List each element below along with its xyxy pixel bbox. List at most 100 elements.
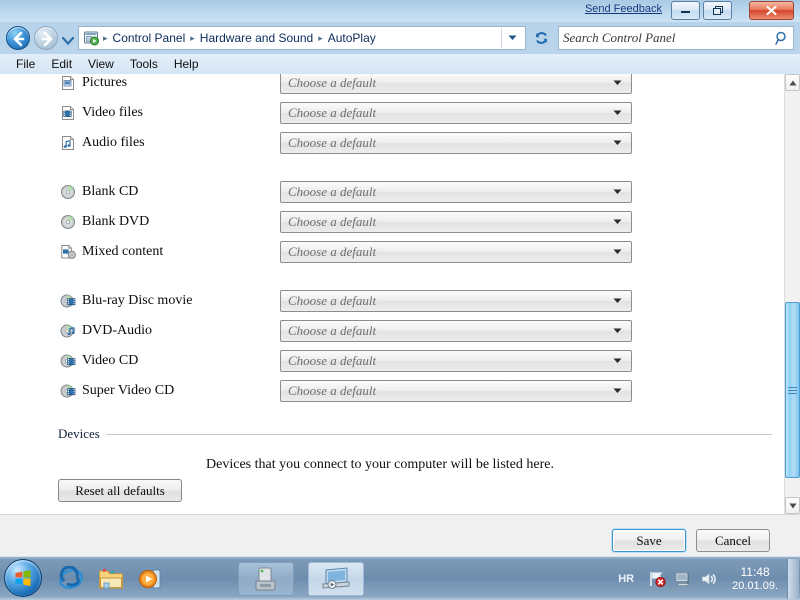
- menu-view[interactable]: View: [80, 55, 122, 73]
- media-row-label: Pictures: [82, 75, 128, 90]
- forward-button[interactable]: [34, 26, 58, 50]
- video-disc-icon: [60, 293, 76, 309]
- vertical-scrollbar[interactable]: [784, 74, 800, 514]
- media-row-combo[interactable]: Choose a default: [280, 350, 632, 372]
- devices-heading: Devices: [58, 426, 100, 441]
- media-row-combo[interactable]: Choose a default: [280, 74, 632, 94]
- menu-file[interactable]: File: [8, 55, 43, 73]
- start-button[interactable]: [4, 559, 42, 597]
- audio-file-icon: [60, 135, 76, 151]
- device-window-button[interactable]: [238, 562, 294, 596]
- arrow-left-icon: [13, 31, 25, 47]
- quick-launch-media-player[interactable]: [136, 564, 166, 594]
- quick-launch-windows-explorer[interactable]: [96, 564, 126, 594]
- close-icon: [766, 5, 777, 16]
- media-row-combo[interactable]: Choose a default: [280, 102, 632, 124]
- media-row-bluray-disc-movie: Blu-ray Disc movie Choose a default: [0, 286, 784, 316]
- autoplay-window-icon: [322, 567, 350, 589]
- maximize-button[interactable]: [703, 1, 732, 20]
- breadcrumb-autoplay[interactable]: AutoPlay: [324, 30, 380, 46]
- media-row-label: Audio files: [82, 135, 145, 150]
- media-row-blank-cd: Blank CD Choose a default: [0, 177, 784, 207]
- scroll-down-button[interactable]: [785, 497, 800, 514]
- close-button[interactable]: [749, 1, 794, 20]
- clock-date: 20.01.09.: [732, 580, 778, 592]
- media-row-combo[interactable]: Choose a default: [280, 181, 632, 203]
- media-row-video-files: Video files Choose a default: [0, 98, 784, 128]
- media-row-label: Mixed content: [82, 244, 164, 259]
- chevron-down-icon: [61, 36, 75, 46]
- quick-launch-internet-explorer[interactable]: [56, 564, 86, 594]
- combo-placeholder-text: Choose a default: [288, 323, 377, 338]
- cancel-button[interactable]: Cancel: [696, 529, 770, 552]
- show-desktop-button[interactable]: [787, 559, 799, 599]
- minimize-icon: [681, 11, 690, 13]
- refresh-button[interactable]: [530, 27, 552, 49]
- arrow-right-icon: [41, 31, 53, 47]
- blank-disc-icon: [60, 184, 76, 200]
- refresh-icon: [535, 31, 547, 44]
- taskbar: HR 11:48 20.01.09.: [0, 556, 800, 600]
- chevron-down-icon: [613, 219, 631, 225]
- volume-icon[interactable]: [699, 569, 719, 589]
- media-row-combo[interactable]: Choose a default: [280, 320, 632, 342]
- chevron-down-icon: [613, 189, 631, 195]
- network-icon[interactable]: [673, 569, 693, 589]
- media-row-label: Video CD: [82, 353, 139, 368]
- chevron-down-icon: [613, 140, 631, 146]
- address-bar[interactable]: ▸ Control Panel ▸ Hardware and Sound ▸ A…: [78, 26, 526, 50]
- windows-logo-icon: [15, 570, 31, 586]
- video-disc-icon: [60, 353, 76, 369]
- media-row-label: Super Video CD: [82, 383, 175, 398]
- send-feedback-link[interactable]: Send Feedback: [585, 3, 662, 15]
- scrollbar-thumb[interactable]: [785, 302, 800, 478]
- combo-placeholder-text: Choose a default: [288, 244, 377, 259]
- media-row-label: Video files: [82, 105, 143, 120]
- media-row-combo[interactable]: Choose a default: [280, 380, 632, 402]
- search-input[interactable]: [563, 28, 775, 48]
- media-row-combo[interactable]: Choose a default: [280, 211, 632, 233]
- devices-section-header: Devices: [58, 426, 772, 442]
- breadcrumb-control-panel[interactable]: Control Panel: [109, 30, 190, 46]
- combo-placeholder-text: Choose a default: [288, 105, 377, 120]
- blank-disc-icon: [60, 214, 76, 230]
- grip-line: [788, 392, 797, 394]
- back-button[interactable]: [6, 26, 30, 50]
- reset-all-defaults-button[interactable]: Reset all defaults: [58, 479, 182, 502]
- clock-time: 11:48: [740, 565, 770, 579]
- action-center-flag-icon[interactable]: [647, 569, 667, 589]
- media-row-dvd-audio: DVD-Audio Choose a default: [0, 316, 784, 346]
- chevron-down-icon: [613, 298, 631, 304]
- scroll-area: Pictures Choose a default Video files Ch…: [0, 74, 784, 514]
- clock[interactable]: 11:48 20.01.09.: [722, 565, 787, 593]
- autoplay-window-button[interactable]: [308, 562, 364, 596]
- media-row-combo[interactable]: Choose a default: [280, 132, 632, 154]
- language-indicator[interactable]: HR: [608, 573, 644, 585]
- system-tray: HR 11:48 20.01.09.: [608, 557, 800, 600]
- media-row-combo[interactable]: Choose a default: [280, 290, 632, 312]
- search-box[interactable]: [558, 26, 794, 50]
- triangle-down-icon: [789, 503, 796, 508]
- navigation-bar: ▸ Control Panel ▸ Hardware and Sound ▸ A…: [0, 22, 800, 54]
- triangle-up-icon: [789, 80, 796, 85]
- menu-tools[interactable]: Tools: [122, 55, 166, 73]
- history-dropdown-button[interactable]: [61, 34, 75, 48]
- minimize-button[interactable]: [671, 1, 700, 20]
- combo-placeholder-text: Choose a default: [288, 383, 377, 398]
- explorer-folder-icon: [99, 569, 123, 589]
- media-row-audio-files: Audio files Choose a default: [0, 128, 784, 158]
- control-panel-window: Send Feedback ▸ Control Panel ▸ Hardware…: [0, 0, 800, 556]
- grip-line: [788, 389, 797, 391]
- media-row-blank-dvd: Blank DVD Choose a default: [0, 207, 784, 237]
- video-disc-icon: [60, 383, 76, 399]
- address-dropdown-button[interactable]: [501, 28, 523, 48]
- scroll-up-button[interactable]: [785, 74, 800, 91]
- menu-help[interactable]: Help: [166, 55, 207, 73]
- menu-edit[interactable]: Edit: [43, 55, 80, 73]
- breadcrumb-hardware-and-sound[interactable]: Hardware and Sound: [196, 30, 317, 46]
- media-row-mixed-content: Mixed content Choose a default: [0, 237, 784, 267]
- save-button[interactable]: Save: [612, 529, 686, 552]
- dialog-footer: Save Cancel: [0, 514, 800, 556]
- device-icon: [255, 567, 276, 591]
- media-row-combo[interactable]: Choose a default: [280, 241, 632, 263]
